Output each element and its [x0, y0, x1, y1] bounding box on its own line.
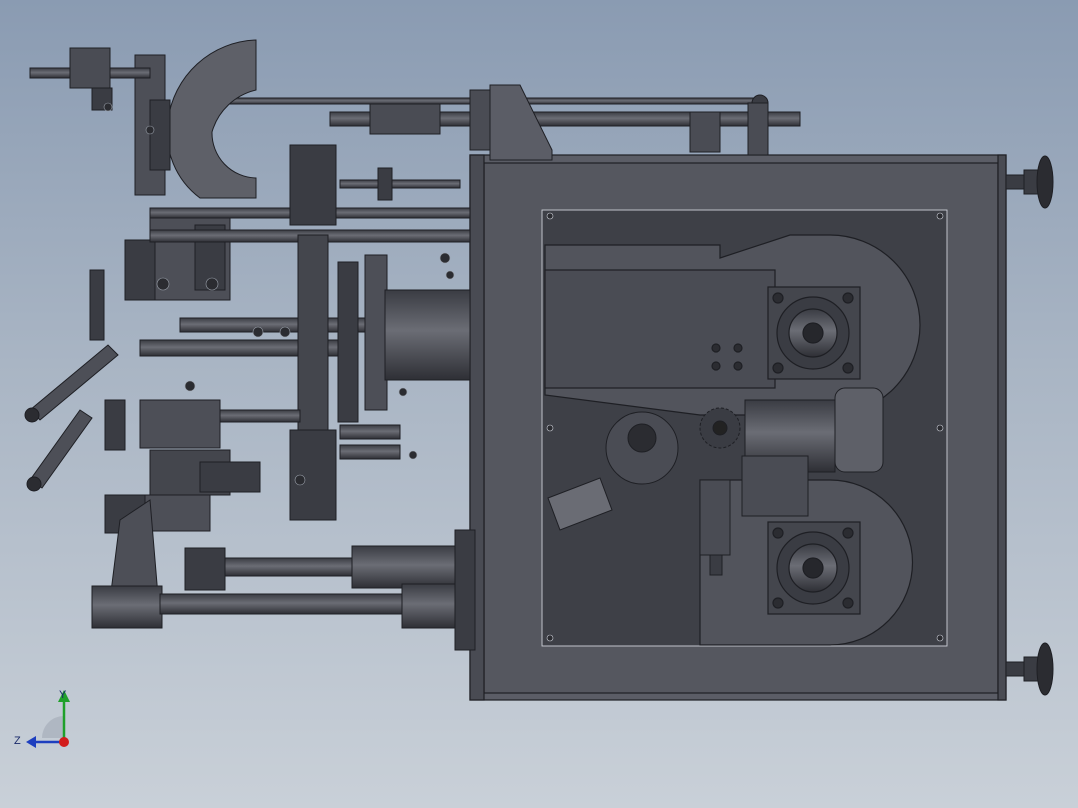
triad-plane [42, 716, 64, 738]
x-axis-point [59, 737, 69, 747]
machine-assembly-model[interactable] [0, 0, 1078, 808]
z-axis-arrow [26, 736, 36, 748]
graphics-viewport[interactable]: Y Z [0, 0, 1078, 808]
orientation-triad: Y Z [14, 689, 70, 748]
z-axis-label: Z [14, 735, 21, 747]
leveling-feet [1005, 155, 1054, 696]
y-axis-label: Y [59, 689, 67, 701]
